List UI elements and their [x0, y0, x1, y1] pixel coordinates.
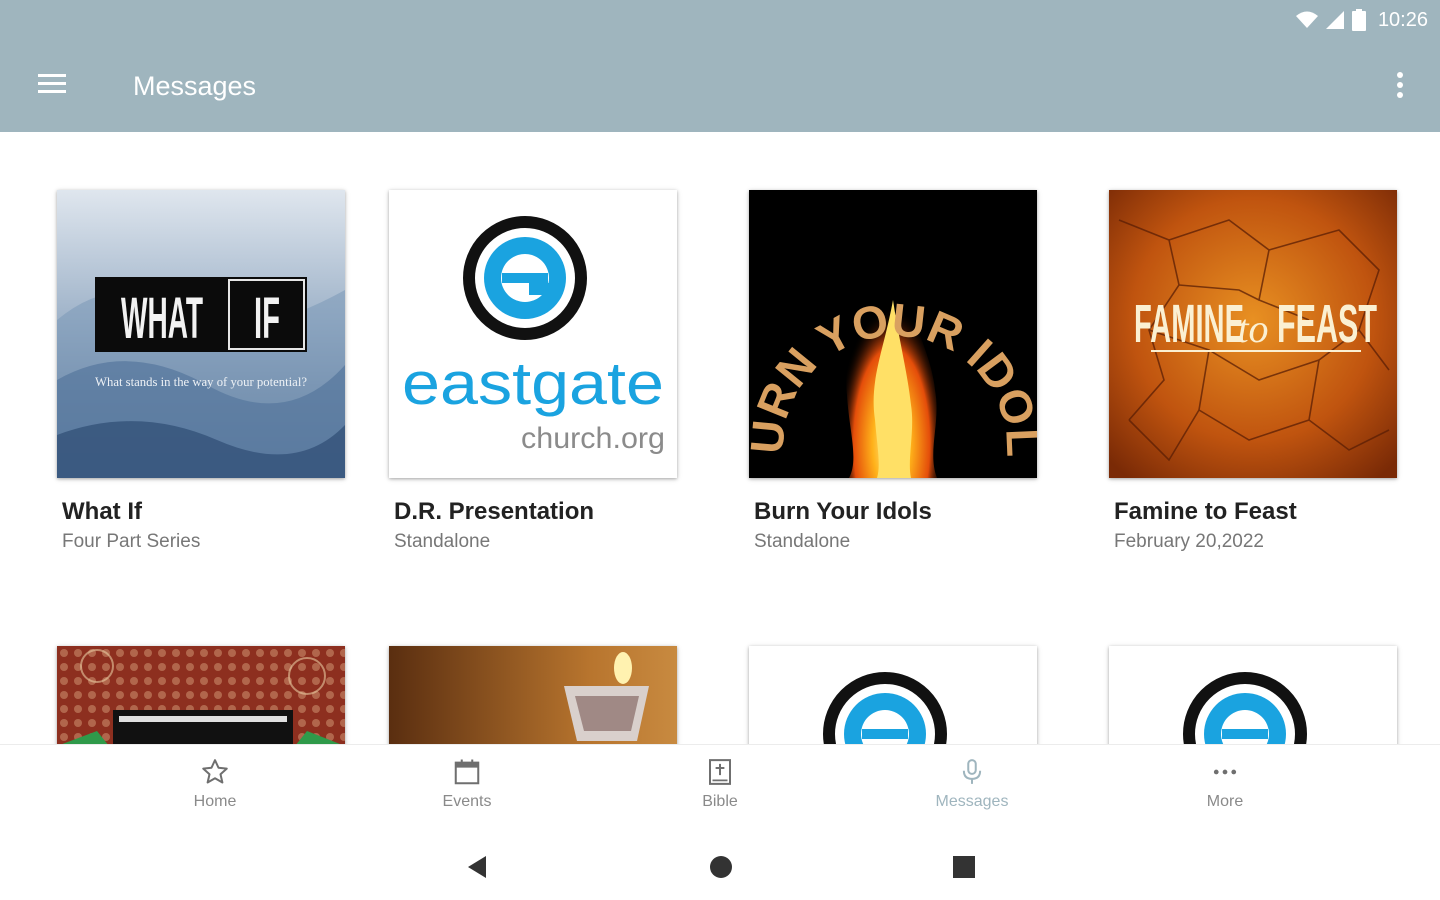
message-thumbnail	[749, 646, 1037, 744]
message-card[interactable]	[57, 646, 345, 744]
message-title: Famine to Feast	[1114, 498, 1297, 525]
message-title: D.R. Presentation	[394, 498, 595, 525]
art-text: WHAT	[121, 286, 203, 351]
message-thumbnail: BURN YOUR IDOLS	[749, 190, 1037, 478]
nav-label: Home	[193, 793, 237, 810]
nav-more[interactable]: More	[1160, 757, 1290, 811]
system-navigation-bar	[0, 834, 1440, 900]
back-icon[interactable]	[464, 854, 490, 885]
cell-signal-icon	[1325, 11, 1344, 29]
recents-square-icon[interactable]	[951, 854, 977, 885]
message-card[interactable]: FAMINE to FEAST Famine to Feast February…	[1109, 190, 1397, 553]
art-text: to	[1237, 306, 1268, 351]
message-thumbnail	[1109, 646, 1397, 744]
nav-label: Events	[442, 793, 492, 810]
message-subtitle: Standalone	[394, 531, 491, 552]
overflow-menu-icon[interactable]	[1390, 68, 1410, 102]
art-text: eastgate	[402, 350, 664, 417]
message-thumbnail	[389, 646, 677, 744]
calendar-icon	[454, 759, 480, 785]
message-thumbnail: eastgate church.org	[389, 190, 677, 478]
message-card[interactable]: eastgate church.org D.R. Presentation St…	[389, 190, 677, 553]
art-text: What stands in the way of your potential…	[95, 374, 307, 389]
message-thumbnail: WHAT IF What stands in the way of your p…	[57, 190, 345, 478]
message-card[interactable]	[1109, 646, 1397, 744]
star-icon	[202, 759, 228, 784]
more-dots-icon	[1213, 769, 1237, 775]
message-subtitle: Standalone	[754, 531, 851, 552]
microphone-icon	[962, 759, 982, 784]
message-subtitle: February 20,2022	[1114, 531, 1264, 552]
message-card[interactable]	[389, 646, 677, 744]
message-thumbnail	[57, 646, 345, 744]
message-card[interactable]: BURN YOUR IDOLS Burn Your Idols Standalo…	[749, 190, 1037, 553]
art-text: FAMINE	[1134, 294, 1244, 354]
art-text: FEAST	[1277, 294, 1377, 354]
nav-events[interactable]: Events	[402, 757, 532, 811]
wifi-icon	[1295, 11, 1318, 28]
nav-label: Messages	[935, 793, 1009, 810]
message-title: Burn Your Idols	[754, 498, 932, 525]
message-card[interactable]	[749, 646, 1037, 744]
home-circle-icon[interactable]	[708, 854, 734, 885]
nav-bible[interactable]: Bible	[655, 757, 785, 811]
hamburger-menu-icon[interactable]	[36, 70, 70, 100]
nav-home[interactable]: Home	[150, 757, 280, 811]
message-subtitle: Four Part Series	[62, 531, 201, 552]
status-time: 10:26	[1377, 8, 1428, 31]
status-bar: 10:26	[1295, 6, 1428, 34]
bible-icon	[709, 759, 731, 785]
app-bar: 10:26 Messages	[0, 0, 1440, 132]
message-thumbnail: FAMINE to FEAST	[1109, 190, 1397, 478]
bottom-navigation: Home Events Bible Messages More	[0, 744, 1440, 835]
page-title: Messages	[133, 71, 257, 101]
battery-icon	[1351, 9, 1366, 31]
message-card[interactable]: WHAT IF What stands in the way of your p…	[57, 190, 345, 553]
message-title: What If	[62, 498, 142, 525]
nav-label: More	[1206, 793, 1244, 810]
messages-grid: WHAT IF What stands in the way of your p…	[0, 132, 1440, 744]
art-text: church.org	[521, 422, 665, 455]
art-text: IF	[254, 286, 280, 351]
nav-messages[interactable]: Messages	[907, 757, 1037, 811]
nav-label: Bible	[702, 793, 738, 810]
